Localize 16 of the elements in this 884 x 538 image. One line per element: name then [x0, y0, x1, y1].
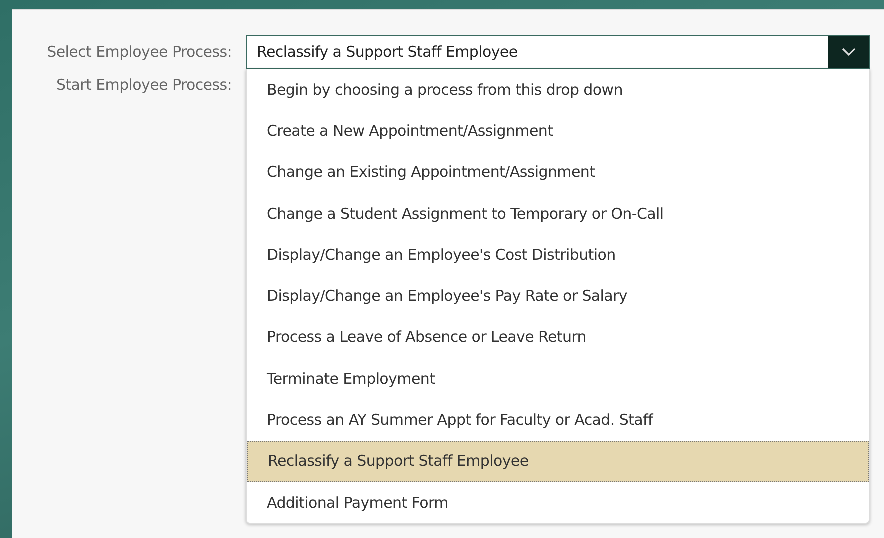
- chevron-down-icon: [842, 48, 856, 56]
- dropdown-option[interactable]: Change an Existing Appointment/Assignment: [247, 152, 869, 193]
- dropdown-option[interactable]: Begin by choosing a process from this drop down: [247, 69, 869, 110]
- dropdown-toggle[interactable]: [828, 36, 869, 68]
- process-dropdown[interactable]: Reclassify a Support Staff Employee: [246, 35, 870, 69]
- field-label: Start Employee Process:: [56, 75, 232, 96]
- field-label: Select Employee Process:: [47, 42, 232, 63]
- dropdown-option[interactable]: Create a New Appointment/Assignment: [247, 110, 869, 152]
- dropdown-option[interactable]: Display/Change an Employee's Cost Distribution: [247, 234, 869, 276]
- dropdown-option[interactable]: Change a Student Assignment to Temporary or On-Call: [247, 192, 869, 234]
- dropdown-option[interactable]: Terminate Employment: [247, 358, 869, 400]
- dropdown-option[interactable]: Display/Change an Employee's Pay Rate or Salary: [247, 275, 869, 317]
- dropdown-option[interactable]: Additional Payment Form: [247, 482, 869, 524]
- dropdown-option[interactable]: Reclassify a Support Staff Employee: [247, 440, 869, 482]
- dropdown-option[interactable]: Process an AY Summer Appt for Faculty or Acad. Staff: [247, 399, 869, 441]
- dropdown-option[interactable]: Process a Leave of Absence or Leave Return: [247, 316, 869, 358]
